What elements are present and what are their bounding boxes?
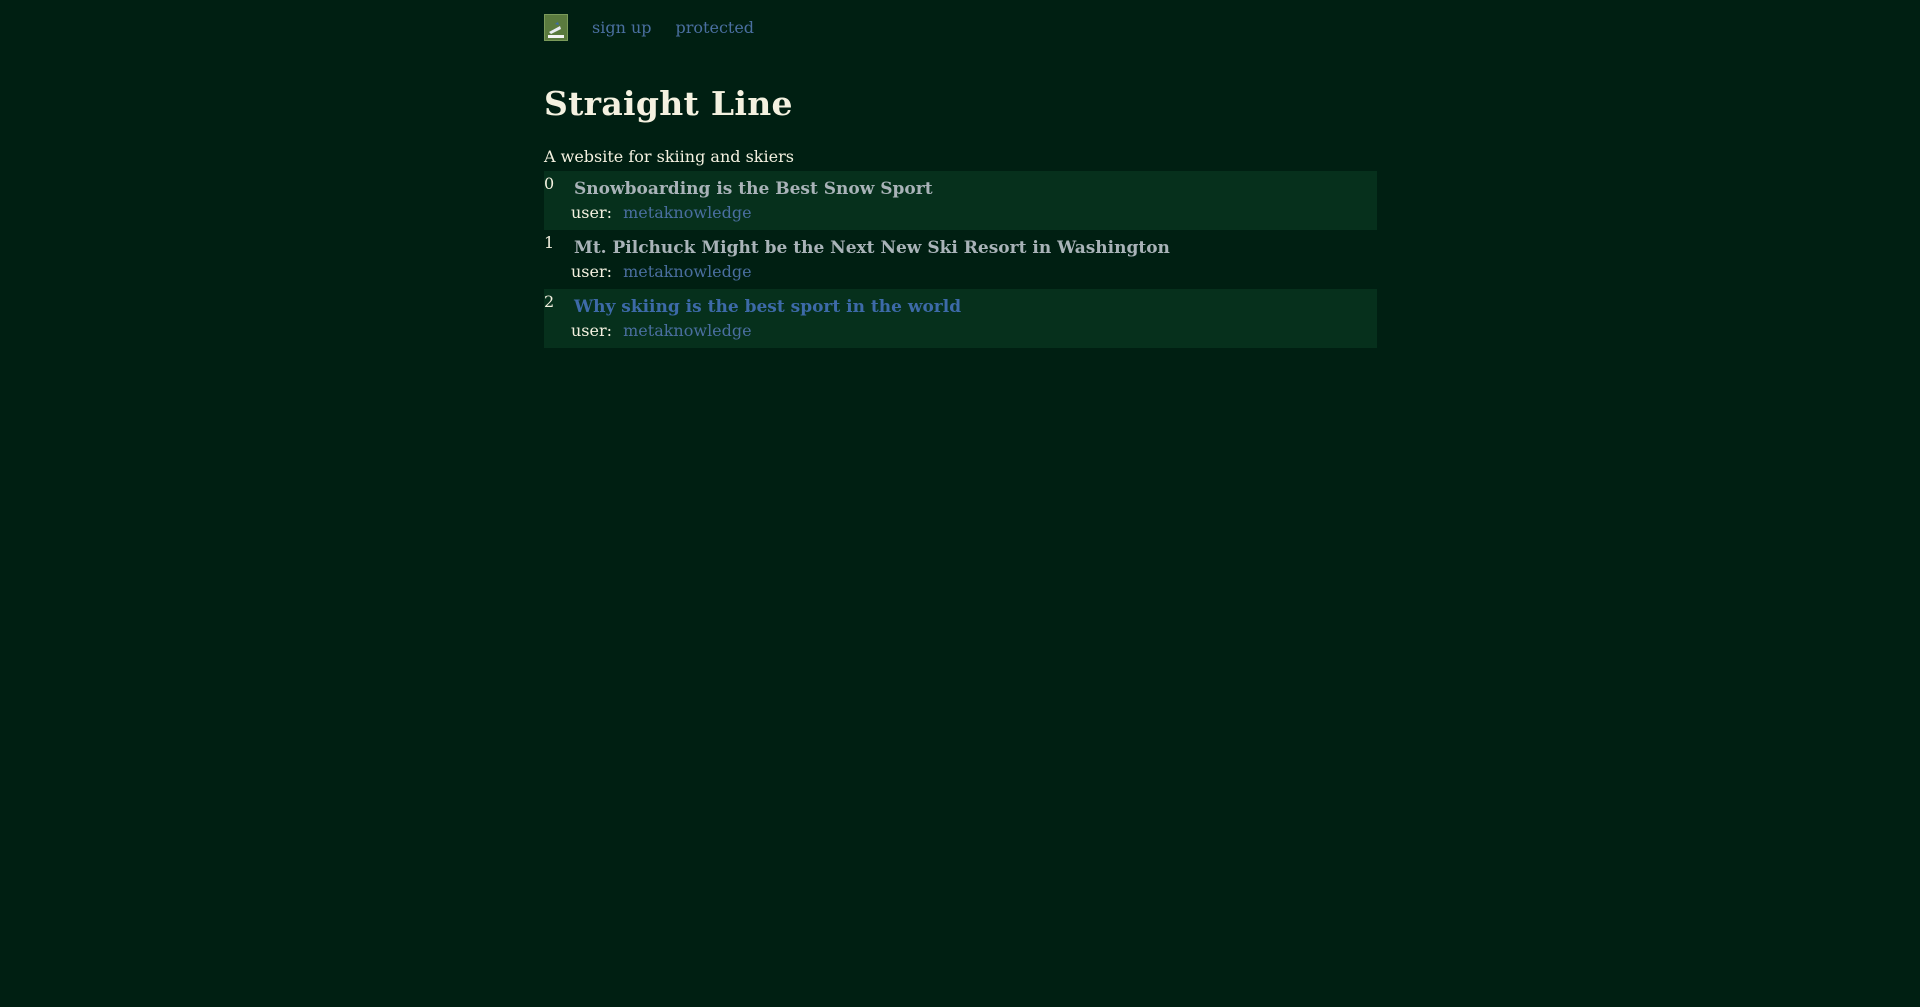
post-user-link[interactable]: metaknowledge (623, 321, 751, 340)
page-container: sign up protected Straight Line A websit… (544, 0, 1377, 348)
skier-logo-icon (546, 17, 566, 40)
post-title-link[interactable]: Mt. Pilchuck Might be the Next New Ski R… (574, 238, 1170, 258)
post-row: 2 Why skiing is the best sport in the wo… (544, 289, 1377, 348)
post-user-link[interactable]: metaknowledge (623, 262, 751, 281)
post-meta: user: metaknowledge (571, 203, 752, 222)
post-meta: user: metaknowledge (571, 262, 752, 281)
user-label: user: (571, 203, 613, 222)
post-user-link[interactable]: metaknowledge (623, 203, 751, 222)
user-label: user: (571, 262, 613, 281)
post-meta: user: metaknowledge (571, 321, 752, 340)
top-nav: sign up protected (544, 0, 1377, 54)
post-index: 2 (544, 292, 555, 311)
post-row: 0 Snowboarding is the Best Snow Sport us… (544, 171, 1377, 230)
site-tagline: A website for skiing and skiers (544, 147, 794, 166)
user-label: user: (571, 321, 613, 340)
post-index: 0 (544, 174, 555, 193)
post-row: 1 Mt. Pilchuck Might be the Next New Ski… (544, 230, 1377, 289)
post-title-link[interactable]: Why skiing is the best sport in the worl… (574, 297, 961, 317)
protected-link[interactable]: protected (676, 18, 755, 37)
signup-link[interactable]: sign up (592, 18, 652, 37)
post-list: 0 Snowboarding is the Best Snow Sport us… (544, 171, 1377, 348)
home-logo-link[interactable] (544, 13, 568, 41)
page-title: Straight Line (544, 84, 793, 123)
post-title-link[interactable]: Snowboarding is the Best Snow Sport (574, 179, 933, 199)
post-index: 1 (544, 233, 555, 252)
